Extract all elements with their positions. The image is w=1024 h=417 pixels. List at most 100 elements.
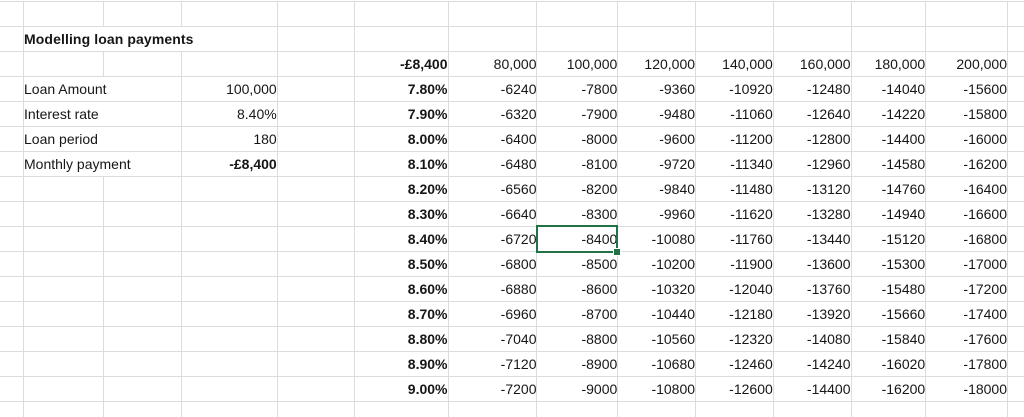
data-cell[interactable]: -6720 <box>448 227 537 252</box>
empty-cell[interactable] <box>1008 377 1024 402</box>
fill-handle[interactable] <box>613 248 621 256</box>
data-cell[interactable]: -6880 <box>448 277 537 302</box>
data-cell[interactable]: -8300 <box>537 202 618 227</box>
empty-cell[interactable] <box>181 327 277 352</box>
data-cell[interactable]: -16400 <box>926 177 1008 202</box>
empty-cell[interactable] <box>0 377 24 402</box>
data-cell[interactable]: -17000 <box>926 252 1008 277</box>
data-cell[interactable]: -13760 <box>773 277 851 302</box>
data-cell[interactable]: -10080 <box>618 227 696 252</box>
empty-cell[interactable] <box>0 302 24 327</box>
selected-cell[interactable]: -8400 <box>537 227 618 252</box>
empty-cell[interactable] <box>277 202 355 227</box>
data-cell[interactable]: -12640 <box>773 102 851 127</box>
empty-cell[interactable] <box>1008 102 1024 127</box>
empty-cell[interactable] <box>1008 227 1024 252</box>
input-label-cell[interactable]: Loan period <box>24 127 182 152</box>
data-cell[interactable]: -12180 <box>696 302 774 327</box>
empty-cell[interactable] <box>1008 277 1024 302</box>
empty-cell[interactable] <box>773 2 851 27</box>
input-value-cell[interactable]: 8.40% <box>181 102 277 127</box>
rate-cell[interactable]: 8.70% <box>355 302 448 327</box>
empty-cell[interactable] <box>0 127 24 152</box>
empty-cell[interactable] <box>277 352 355 377</box>
empty-cell[interactable] <box>926 402 1008 417</box>
rate-cell[interactable]: 8.90% <box>355 352 448 377</box>
empty-cell[interactable] <box>0 52 24 77</box>
empty-cell[interactable] <box>0 152 24 177</box>
data-cell[interactable]: -15800 <box>926 102 1008 127</box>
input-value-cell[interactable]: 100,000 <box>181 77 277 102</box>
data-cell[interactable]: -14760 <box>851 177 926 202</box>
empty-cell[interactable] <box>24 277 104 302</box>
empty-cell[interactable] <box>537 402 618 417</box>
rate-cell[interactable]: 7.80% <box>355 77 448 102</box>
data-cell[interactable]: -10200 <box>618 252 696 277</box>
amount-header-cell[interactable]: 120,000 <box>618 52 696 77</box>
data-cell[interactable]: -12040 <box>696 277 774 302</box>
empty-cell[interactable] <box>926 27 1008 52</box>
empty-cell[interactable] <box>277 77 355 102</box>
empty-cell[interactable] <box>103 2 181 27</box>
amount-header-cell[interactable]: 140,000 <box>696 52 774 77</box>
empty-cell[interactable] <box>0 177 24 202</box>
rate-cell[interactable]: 8.20% <box>355 177 448 202</box>
data-cell[interactable]: -8000 <box>537 127 618 152</box>
empty-cell[interactable] <box>0 2 24 27</box>
empty-cell[interactable] <box>277 102 355 127</box>
rate-cell[interactable]: 8.80% <box>355 327 448 352</box>
data-cell[interactable]: -17400 <box>926 302 1008 327</box>
empty-cell[interactable] <box>181 252 277 277</box>
data-cell[interactable]: -6800 <box>448 252 537 277</box>
empty-cell[interactable] <box>0 252 24 277</box>
empty-cell[interactable] <box>181 302 277 327</box>
data-cell[interactable]: -15120 <box>851 227 926 252</box>
data-cell[interactable]: -11900 <box>696 252 774 277</box>
empty-cell[interactable] <box>696 2 774 27</box>
amount-header-cell[interactable]: 200,000 <box>926 52 1008 77</box>
data-cell[interactable]: -7120 <box>448 352 537 377</box>
empty-cell[interactable] <box>618 402 696 417</box>
empty-cell[interactable] <box>181 377 277 402</box>
data-cell[interactable]: -6560 <box>448 177 537 202</box>
empty-cell[interactable] <box>1008 2 1024 27</box>
empty-cell[interactable] <box>1008 252 1024 277</box>
empty-cell[interactable] <box>103 252 181 277</box>
empty-cell[interactable] <box>277 2 355 27</box>
input-label-cell[interactable]: Interest rate <box>24 102 182 127</box>
data-cell[interactable]: -6640 <box>448 202 537 227</box>
data-cell[interactable]: -8600 <box>537 277 618 302</box>
data-cell[interactable]: -13440 <box>773 227 851 252</box>
data-cell[interactable]: -12320 <box>696 327 774 352</box>
empty-cell[interactable] <box>181 177 277 202</box>
empty-cell[interactable] <box>277 302 355 327</box>
empty-cell[interactable] <box>181 2 277 27</box>
sheet-title-cell[interactable]: Modelling loan payments <box>24 27 278 52</box>
rate-cell[interactable]: 8.40% <box>355 227 448 252</box>
empty-cell[interactable] <box>0 277 24 302</box>
data-cell[interactable]: -16020 <box>851 352 926 377</box>
data-cell[interactable]: -8500 <box>537 252 618 277</box>
data-cell[interactable]: -9360 <box>618 77 696 102</box>
empty-cell[interactable] <box>181 52 277 77</box>
data-cell[interactable]: -14240 <box>773 352 851 377</box>
data-cell[interactable]: -8800 <box>537 327 618 352</box>
data-cell[interactable]: -13280 <box>773 202 851 227</box>
data-cell[interactable]: -6240 <box>448 77 537 102</box>
empty-cell[interactable] <box>618 2 696 27</box>
empty-cell[interactable] <box>277 377 355 402</box>
empty-cell[interactable] <box>103 277 181 302</box>
empty-cell[interactable] <box>0 27 24 52</box>
data-cell[interactable]: -16800 <box>926 227 1008 252</box>
empty-cell[interactable] <box>0 402 24 417</box>
empty-cell[interactable] <box>181 402 277 417</box>
empty-cell[interactable] <box>103 327 181 352</box>
data-cell[interactable]: -14940 <box>851 202 926 227</box>
data-cell[interactable]: -15300 <box>851 252 926 277</box>
data-cell[interactable]: -15660 <box>851 302 926 327</box>
data-cell[interactable]: -11480 <box>696 177 774 202</box>
data-cell[interactable]: -12960 <box>773 152 851 177</box>
empty-cell[interactable] <box>24 2 104 27</box>
empty-cell[interactable] <box>1008 352 1024 377</box>
data-cell[interactable]: -8700 <box>537 302 618 327</box>
